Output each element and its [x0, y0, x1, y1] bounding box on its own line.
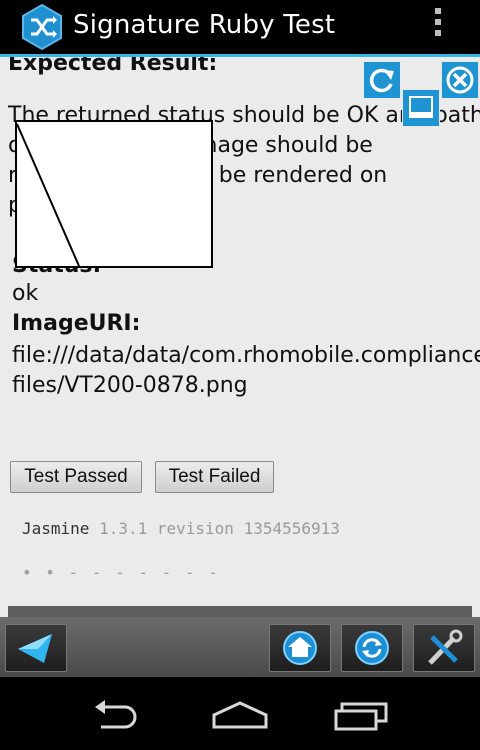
refresh-icon[interactable]	[363, 61, 401, 99]
expected-result-heading: Expected Result:	[8, 57, 218, 76]
tools-icon[interactable]	[413, 624, 475, 672]
close-icon[interactable]	[441, 61, 479, 99]
minimize-icon[interactable]	[402, 89, 440, 127]
jasmine-version: 1.3.1 revision 1354556913	[99, 519, 340, 538]
jasmine-name: Jasmine	[22, 519, 90, 538]
nav-recent-apps-icon[interactable]	[318, 695, 408, 735]
app-title: Signature Ruby Test	[73, 10, 336, 40]
signature-capture-area[interactable]	[15, 120, 213, 268]
webview-content: Expected Result: The returned status sho…	[0, 57, 480, 677]
app-icon[interactable]	[18, 3, 66, 51]
jasmine-banner: Jasmine 1.3.1 revision 1354556913	[22, 519, 340, 538]
action-bar: Signature Ruby Test	[0, 0, 480, 57]
test-passed-button[interactable]: Test Passed	[10, 461, 142, 493]
overflow-menu-icon[interactable]	[430, 8, 446, 42]
app-toolbar	[0, 617, 480, 677]
jasmine-progress: • • - - - - - - -	[22, 563, 220, 582]
image-uri-value: file:///data/data/com.rhomobile.complian…	[12, 343, 480, 398]
home-icon[interactable]	[269, 624, 331, 672]
nav-home-icon[interactable]	[195, 695, 285, 735]
refresh-icon[interactable]	[341, 624, 403, 672]
status-value: ok	[12, 281, 39, 306]
system-nav-bar	[0, 677, 480, 750]
back-icon[interactable]	[5, 624, 67, 672]
signature-stroke	[16, 123, 80, 267]
nav-back-icon[interactable]	[75, 695, 165, 735]
image-uri-label: ImageURI:	[12, 311, 141, 336]
test-failed-button[interactable]: Test Failed	[155, 461, 274, 493]
